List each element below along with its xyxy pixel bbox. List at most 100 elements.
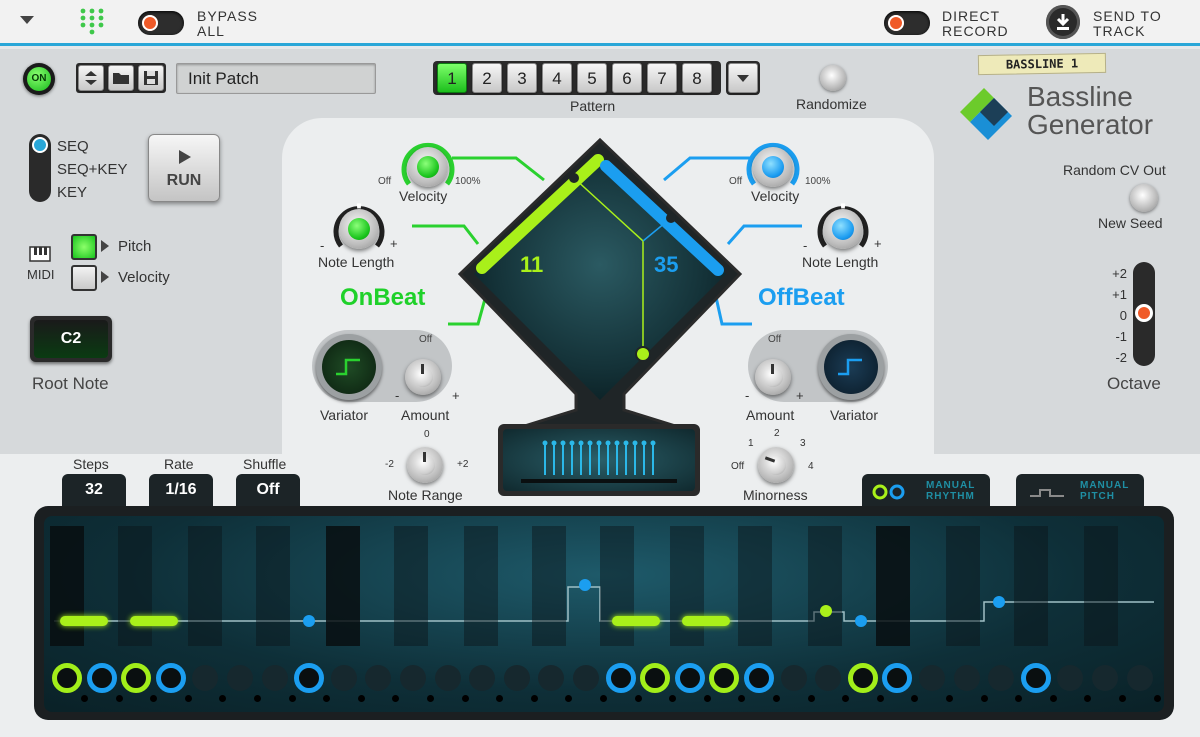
offbeat-step-ring[interactable]: [294, 663, 325, 693]
randomize-button[interactable]: [820, 65, 846, 91]
shuffle-selector[interactable]: Off: [236, 474, 300, 508]
onbeat-amount-knob[interactable]: [402, 356, 444, 398]
run-button[interactable]: RUN: [148, 134, 220, 202]
offbeat-step-ring[interactable]: [86, 663, 117, 693]
onbeat-step-ring[interactable]: [640, 663, 671, 693]
onbeat-note-length-knob[interactable]: [331, 201, 387, 257]
note-range-max: +2: [457, 459, 469, 470]
step-dot: [600, 695, 607, 702]
empty-step-slot[interactable]: [1092, 665, 1118, 691]
on-button[interactable]: ON: [23, 63, 55, 95]
onbeat-note-bar[interactable]: [612, 616, 660, 626]
step-column: [464, 526, 498, 646]
offbeat-step-ring[interactable]: [605, 663, 636, 693]
pitch-point[interactable]: [993, 596, 1005, 608]
step-column: [50, 526, 84, 646]
brand-logo: [954, 84, 1018, 140]
new-seed-button[interactable]: [1130, 184, 1158, 212]
step-dot: [427, 695, 434, 702]
empty-step-slot[interactable]: [780, 665, 807, 691]
onbeat-note-bar[interactable]: [130, 616, 178, 626]
empty-step-slot[interactable]: [503, 665, 530, 691]
pattern-button-2[interactable]: 2: [472, 63, 502, 93]
step-column: [670, 526, 704, 646]
empty-step-slot[interactable]: [953, 665, 980, 691]
pitch-point[interactable]: [303, 615, 315, 627]
octave-tick: -2: [1115, 350, 1127, 365]
mode-option-seq[interactable]: SEQ: [57, 135, 127, 158]
empty-step-slot[interactable]: [988, 665, 1015, 691]
empty-step-slot[interactable]: [573, 665, 599, 691]
onbeat-step-ring[interactable]: [52, 663, 82, 693]
offbeat-step-ring[interactable]: [155, 663, 186, 693]
bypass-all-toggle[interactable]: [138, 11, 184, 35]
empty-step-slot[interactable]: [469, 665, 496, 691]
midi-velocity-toggle[interactable]: [71, 265, 97, 291]
octave-slider[interactable]: [1133, 262, 1155, 366]
steps-selector[interactable]: 32: [62, 474, 126, 508]
empty-step-slot[interactable]: [400, 665, 426, 691]
step-dot: [1153, 695, 1161, 702]
pattern-button-7[interactable]: 7: [647, 63, 677, 93]
pattern-button-3[interactable]: 3: [507, 63, 537, 93]
onbeat-variator-display[interactable]: [316, 334, 382, 400]
pitch-arrow-icon: [101, 240, 109, 252]
onbeat-variator-label: Variator: [320, 407, 368, 423]
octave-slider-handle[interactable]: [1135, 304, 1153, 322]
send-to-track-button[interactable]: [1046, 5, 1080, 39]
patch-save-button[interactable]: [138, 65, 164, 91]
mode-option-seq-key[interactable]: SEQ+KEY: [57, 158, 127, 181]
pitch-point[interactable]: [579, 579, 591, 591]
patch-name-display[interactable]: Init Patch: [176, 63, 376, 94]
step-dot: [357, 695, 365, 702]
offbeat-step-ring[interactable]: [1020, 663, 1051, 693]
pattern-menu-button[interactable]: [726, 61, 760, 95]
minorness-knob[interactable]: [755, 444, 797, 486]
collapse-arrow-icon[interactable]: [20, 16, 34, 24]
pattern-button-4[interactable]: 4: [542, 63, 572, 93]
manual-pitch-tab[interactable]: MANUAL PITCH: [1016, 474, 1144, 508]
onbeat-step-ring[interactable]: [121, 663, 152, 693]
pitch-point[interactable]: [855, 615, 867, 627]
step-column: [808, 526, 842, 646]
step-dot: [461, 695, 469, 702]
offbeat-step-ring[interactable]: [744, 663, 774, 693]
offbeat-value: 35: [654, 252, 679, 277]
offbeat-amount-knob[interactable]: [752, 356, 794, 398]
rate-selector[interactable]: 1/16: [149, 474, 213, 508]
onbeat-note-bar[interactable]: [682, 616, 730, 626]
empty-step-slot[interactable]: [330, 665, 357, 691]
patch-folder-button[interactable]: [108, 65, 134, 91]
empty-step-slot[interactable]: [434, 665, 461, 691]
step-column: [118, 526, 152, 646]
manual-rhythm-tab[interactable]: MANUAL RHYTHM: [862, 474, 990, 508]
offbeat-variator-display[interactable]: [818, 334, 884, 400]
direct-record-toggle[interactable]: [884, 11, 930, 35]
root-note-display[interactable]: C2: [30, 316, 112, 362]
empty-step-slot[interactable]: [1126, 665, 1153, 691]
onbeat-note-bar[interactable]: [60, 616, 108, 626]
direct-record-label: DIRECT RECORD: [942, 8, 1009, 39]
empty-step-slot[interactable]: [261, 665, 288, 691]
pitch-point[interactable]: [820, 605, 832, 617]
pattern-button-5[interactable]: 5: [577, 63, 607, 93]
note-range-knob[interactable]: [404, 444, 446, 486]
midi-pitch-toggle[interactable]: [71, 234, 97, 260]
empty-step-slot[interactable]: [227, 665, 253, 691]
step-dot: [254, 695, 261, 702]
patch-prev-next-button[interactable]: [78, 65, 104, 91]
save-icon: [144, 71, 158, 85]
offbeat-note-length-knob[interactable]: [815, 201, 871, 257]
mode-switch[interactable]: [29, 134, 51, 202]
onbeat-step-ring[interactable]: [847, 663, 878, 693]
pattern-button-6[interactable]: 6: [612, 63, 642, 93]
pattern-button-8[interactable]: 8: [682, 63, 712, 93]
empty-step-slot[interactable]: [919, 665, 945, 691]
offbeat-step-ring[interactable]: [674, 663, 705, 693]
pattern-button-1[interactable]: 1: [437, 63, 467, 93]
empty-step-slot[interactable]: [815, 665, 842, 691]
onbeat-amount-label: Amount: [401, 407, 450, 423]
mode-option-key[interactable]: KEY: [57, 181, 127, 204]
step-dot: [184, 695, 192, 702]
octave-tick: +1: [1112, 287, 1127, 302]
